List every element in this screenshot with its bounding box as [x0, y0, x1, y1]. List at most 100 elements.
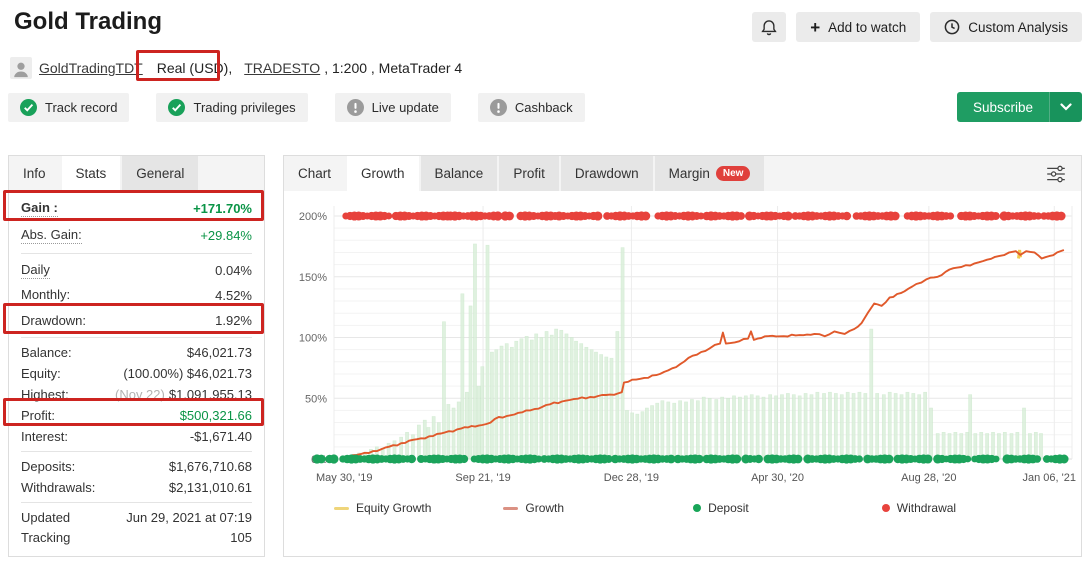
tab-label: Margin: [668, 166, 710, 181]
stat-value: $500,321.66: [179, 408, 252, 423]
stat-label: Equity:: [21, 366, 61, 381]
badge-trading-privileges[interactable]: Trading privileges: [156, 93, 308, 122]
stat-value: +171.70%: [193, 201, 252, 216]
stat-label: Profit:: [21, 408, 55, 423]
avatar: [10, 57, 32, 79]
badge-label: Cashback: [514, 100, 573, 115]
stats-group: Gain : +171.70% Abs. Gain: +29.84%: [21, 191, 252, 254]
tab-label: Info: [23, 166, 46, 181]
stats-group: Balance: $46,021.73 Equity: (100.00%) $46,0…: [21, 338, 252, 452]
stat-value-main: $1,091,955.13: [168, 387, 252, 402]
tab-label: Chart: [298, 166, 332, 181]
sliders-icon: [1047, 165, 1065, 183]
check-icon-wrap: [20, 99, 37, 116]
tab-label: Balance: [434, 166, 484, 181]
svg-text:Dec 28, '19: Dec 28, '19: [604, 472, 659, 484]
tab-label: Growth: [361, 166, 405, 181]
stat-value: +29.84%: [200, 228, 252, 243]
tab-margin[interactable]: Margin New: [654, 156, 765, 191]
badge-track-record[interactable]: Track record: [8, 93, 130, 122]
badge-cashback[interactable]: Cashback: [477, 93, 585, 122]
tab-general[interactable]: General: [122, 156, 199, 191]
stat-value-prefix: (Nov 22): [115, 387, 165, 402]
tab-drawdown[interactable]: Drawdown: [560, 156, 653, 191]
top-actions: + Add to watch Custom Analysis: [752, 12, 1082, 42]
badge-live-update[interactable]: Live update: [334, 93, 451, 122]
tab-balance[interactable]: Balance: [420, 156, 498, 191]
legend-swatch-dot: [693, 504, 702, 512]
stats-panel-tabs: Info Stats General: [9, 156, 264, 191]
subscribe-button[interactable]: Subscribe: [956, 92, 1082, 122]
stat-value: 4.52%: [215, 288, 252, 303]
tab-label: General: [136, 166, 185, 181]
stat-row-drawdown: Drawdown: 1.92%: [21, 308, 252, 333]
tab-growth[interactable]: Growth: [347, 156, 419, 191]
stat-row-balance: Balance: $46,021.73: [21, 342, 252, 363]
stats-panel: Info Stats General Gain : +171.70% Abs. Gain…: [8, 155, 265, 557]
legend-swatch-line: [334, 506, 349, 510]
growth-chart[interactable]: 0%50%100%150%200%May 30, '19Sep 21, '19D…: [284, 191, 1081, 496]
account-info-row: GoldTradingTDT Real (USD), TRADESTO , 1:…: [10, 56, 462, 80]
legend-item-equity-growth[interactable]: Equity Growth: [334, 501, 431, 515]
chart-settings-button[interactable]: [1041, 161, 1071, 187]
warning-icon-wrap: [346, 99, 364, 116]
tab-info[interactable]: Info: [9, 156, 60, 191]
legend-item-withdrawal[interactable]: Withdrawal: [881, 501, 956, 515]
person-icon: [14, 62, 28, 78]
subscribe-dropdown[interactable]: [1049, 92, 1082, 122]
stat-label: Highest:: [21, 387, 69, 402]
stats-group: Daily 0.04% Monthly: 4.52% Drawdown: 1.92%: [21, 254, 252, 338]
stat-value: (Nov 22) $1,091,955.13: [115, 387, 252, 402]
badge-label: Live update: [371, 100, 439, 115]
legend-label: Growth: [525, 501, 565, 515]
chart-panel-tabs: Chart Growth Balance Profit Drawdown Margin Ne…: [284, 156, 1081, 191]
clock-icon: [944, 19, 960, 35]
account-meta: , 1:200 , MetaTrader 4: [324, 60, 463, 76]
stat-label: Monthly:: [21, 287, 71, 304]
stat-row-withdrawals: Withdrawals: $2,131,010.61: [21, 477, 252, 498]
stat-row-interest: Interest: -$1,671.40: [21, 426, 252, 447]
badge-label: Track record: [45, 100, 118, 115]
custom-analysis-button[interactable]: Custom Analysis: [930, 12, 1082, 42]
stat-row-tracking: Tracking 105: [21, 527, 252, 547]
bell-icon: [761, 19, 777, 35]
legend-swatch-line: [503, 506, 519, 510]
stat-row-monthly: Monthly: 4.52%: [21, 283, 252, 308]
stat-value: (100.00%) $46,021.73: [123, 366, 252, 381]
tab-label: Drawdown: [574, 166, 639, 181]
trading-account-page: Gold Trading + Add to watch Custom Analy…: [0, 0, 1090, 562]
legend-swatch-dot: [881, 504, 890, 512]
tab-stats[interactable]: Stats: [61, 156, 121, 191]
stat-value: 0.04%: [215, 263, 252, 278]
exclamation-circle-icon: [489, 99, 507, 116]
stat-label: Drawdown:: [21, 313, 87, 328]
add-to-watch-button[interactable]: + Add to watch: [796, 12, 921, 42]
warning-icon-wrap: [489, 99, 507, 116]
stats-group: Deposits: $1,676,710.68 Withdrawals: $2,131…: [21, 452, 252, 503]
tab-chart[interactable]: Chart: [284, 156, 345, 191]
stat-row-highest: Highest: (Nov 22) $1,091,955.13: [21, 384, 252, 405]
stat-label: Interest:: [21, 429, 68, 444]
chart-panel: Chart Growth Balance Profit Drawdown Margin Ne…: [283, 155, 1082, 557]
stat-row-gain: Gain : +171.70%: [21, 195, 252, 222]
stat-row-deposits: Deposits: $1,676,710.68: [21, 456, 252, 477]
check-circle-icon: [20, 99, 37, 116]
stat-value: 1.92%: [215, 313, 252, 328]
tab-profit[interactable]: Profit: [499, 156, 559, 191]
svg-text:150%: 150%: [299, 272, 327, 284]
alerts-button[interactable]: [752, 12, 787, 42]
chart-legend: Equity Growth Growth Deposit Withdrawal: [284, 501, 1081, 515]
stat-label: Balance:: [21, 345, 72, 360]
add-to-watch-label: Add to watch: [828, 19, 907, 35]
legend-item-deposit[interactable]: Deposit: [693, 501, 749, 515]
account-type: Real (USD),: [156, 60, 233, 76]
legend-item-growth[interactable]: Growth: [503, 501, 564, 515]
tab-label: Stats: [75, 166, 107, 181]
broker-link[interactable]: TRADESTO: [244, 60, 320, 76]
stat-value: 105: [230, 529, 252, 545]
account-username-link[interactable]: GoldTradingTDT: [39, 60, 143, 76]
stats-rows: Gain : +171.70% Abs. Gain: +29.84% Daily 0.04…: [9, 191, 264, 551]
tab-label: Profit: [513, 166, 545, 181]
stat-row-profit: Profit: $500,321.66: [21, 405, 252, 426]
stat-row-updated: Updated Jun 29, 2021 at 07:19: [21, 507, 252, 527]
